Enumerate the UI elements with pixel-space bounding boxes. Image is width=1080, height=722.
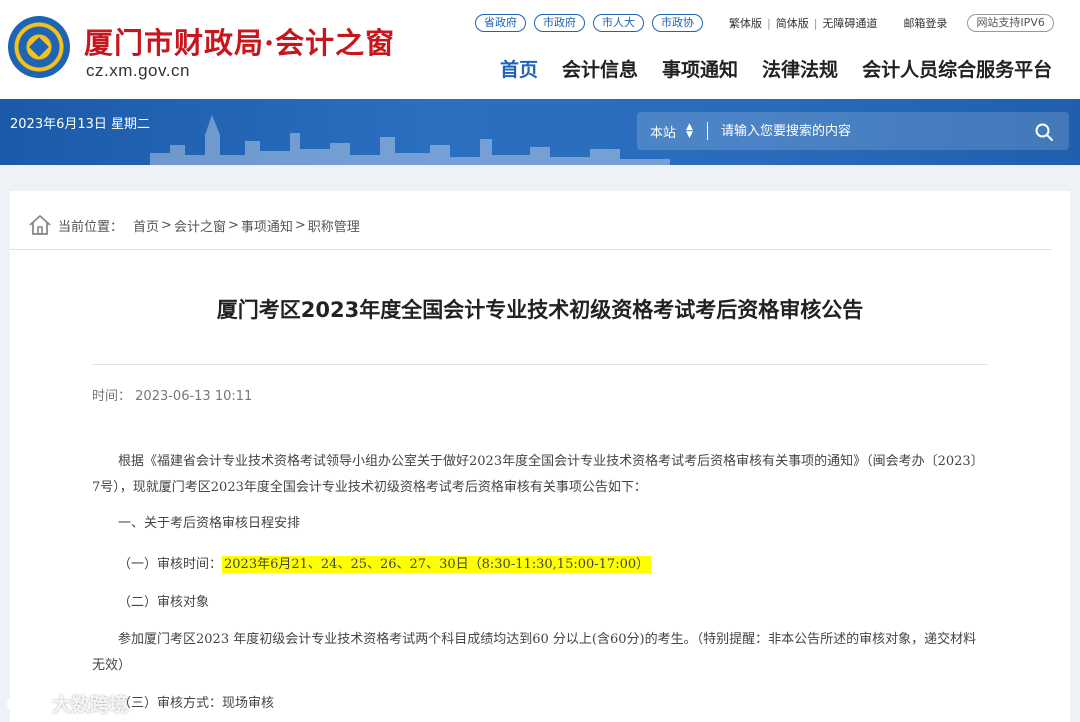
search-icon[interactable] bbox=[1034, 122, 1054, 142]
accessibility-link[interactable]: 无障碍通道 bbox=[822, 15, 877, 31]
site-title[interactable]: 厦门市财政局·会计之窗 bbox=[84, 20, 395, 62]
breadcrumb-accounting-window[interactable]: 会计之窗 bbox=[174, 216, 226, 235]
breadcrumb-label: 当前位置： bbox=[58, 219, 124, 235]
site-url: cz.xm.gov.cn bbox=[86, 61, 190, 80]
search-divider bbox=[707, 122, 708, 140]
article-card: 当前位置： 首页 > 会计之窗 > 事项通知 > 职称管理 厦门考区2023年度… bbox=[10, 191, 1070, 722]
search-input[interactable] bbox=[721, 121, 1021, 141]
pill-link-cppcc[interactable]: 市政协 bbox=[652, 14, 703, 32]
simplified-chinese-link[interactable]: 简体版 bbox=[776, 15, 809, 31]
pill-link-city-gov[interactable]: 市政府 bbox=[534, 14, 585, 32]
current-date: 2023年6月13日 星期二 bbox=[10, 117, 151, 132]
publish-time: 时间： 2023-06-13 10:11 bbox=[92, 385, 252, 404]
breadcrumb-notices[interactable]: 事项通知 bbox=[241, 216, 293, 235]
breadcrumb-separator: > bbox=[161, 217, 172, 233]
article-title: 厦门考区2023年度全国会计专业技术初级资格考试考后资格审核公告 bbox=[216, 298, 864, 322]
scope-toggle-icon[interactable]: ▲ ▼ bbox=[686, 123, 693, 140]
review-time-highlight: 2023年6月21、24、25、26、27、30日（8:30-11:30,15:… bbox=[222, 556, 652, 573]
breadcrumb-separator: > bbox=[227, 217, 239, 233]
search-scope-select[interactable]: 本站 bbox=[650, 122, 676, 141]
watermark-text: 大数跨境 bbox=[52, 694, 129, 716]
nav-notices[interactable]: 事项通知 bbox=[662, 55, 738, 82]
ipv6-badge: 网站支持IPV6 bbox=[967, 14, 1054, 32]
publish-time-label: 时间： bbox=[92, 389, 132, 404]
traditional-chinese-link[interactable]: 繁体版 bbox=[729, 15, 762, 31]
separator: | bbox=[813, 16, 818, 30]
watermark-logo-icon bbox=[7, 696, 45, 711]
article-paragraph: 参加厦门考区2023 年度初级会计专业技术资格考试两个科目成绩均达到60 分以上… bbox=[92, 632, 977, 673]
breadcrumb: 当前位置： 首页 > 会计之窗 > 事项通知 > 职称管理 bbox=[28, 213, 360, 237]
city-skyline-decoration bbox=[150, 115, 670, 165]
review-target-item: （二）审核对象 bbox=[118, 595, 210, 610]
nav-laws[interactable]: 法律法规 bbox=[762, 55, 838, 82]
publish-time-value: 2023-06-13 10:11 bbox=[135, 389, 253, 404]
site-logo-emblem[interactable] bbox=[8, 16, 70, 78]
breadcrumb-divider bbox=[10, 249, 1052, 250]
top-links-bar: 省政府 市政府 市人大 市政协 繁体版 | 简体版 | 无障碍通道 邮箱登录 网… bbox=[475, 13, 1062, 33]
title-divider bbox=[92, 364, 988, 365]
breadcrumb-separator: > bbox=[294, 217, 306, 233]
review-time-item: （一）审核时间： 2023年6月21、24、25、26、27、30日（8:30-1… bbox=[118, 555, 652, 575]
article-paragraph: 根据《福建省会计专业技术资格考试领导小组办公室关于做好2023年度全国会计专业技… bbox=[92, 454, 984, 495]
watermark: 大数跨境 bbox=[6, 690, 128, 717]
pill-link-peoples-congress[interactable]: 市人大 bbox=[593, 14, 644, 32]
main-nav: 首页 会计信息 事项通知 法律法规 会计人员综合服务平台 bbox=[500, 55, 1076, 82]
nav-accounting-info[interactable]: 会计信息 bbox=[562, 55, 638, 82]
nav-accountant-service-platform[interactable]: 会计人员综合服务平台 bbox=[862, 55, 1052, 82]
pill-link-province[interactable]: 省政府 bbox=[475, 14, 526, 32]
search-bar: 本站 ▲ ▼ bbox=[637, 112, 1069, 150]
site-header: 厦门市财政局·会计之窗 cz.xm.gov.cn 省政府 市政府 市人大 市政协… bbox=[0, 0, 1080, 99]
email-login-link[interactable]: 邮箱登录 bbox=[903, 15, 947, 31]
separator: | bbox=[767, 16, 771, 30]
review-time-label: （一）审核时间： bbox=[118, 557, 223, 572]
banner: 2023年6月13日 星期二 本站 ▲ ▼ bbox=[0, 99, 1080, 165]
breadcrumb-title-management[interactable]: 职称管理 bbox=[308, 216, 360, 235]
home-icon bbox=[29, 215, 51, 235]
nav-home[interactable]: 首页 bbox=[500, 55, 538, 82]
review-method-item: （三）审核方式：现场审核 bbox=[118, 696, 275, 711]
breadcrumb-home[interactable]: 首页 bbox=[133, 216, 159, 235]
section-heading: 一、关于考后资格审核日程安排 bbox=[118, 516, 301, 531]
